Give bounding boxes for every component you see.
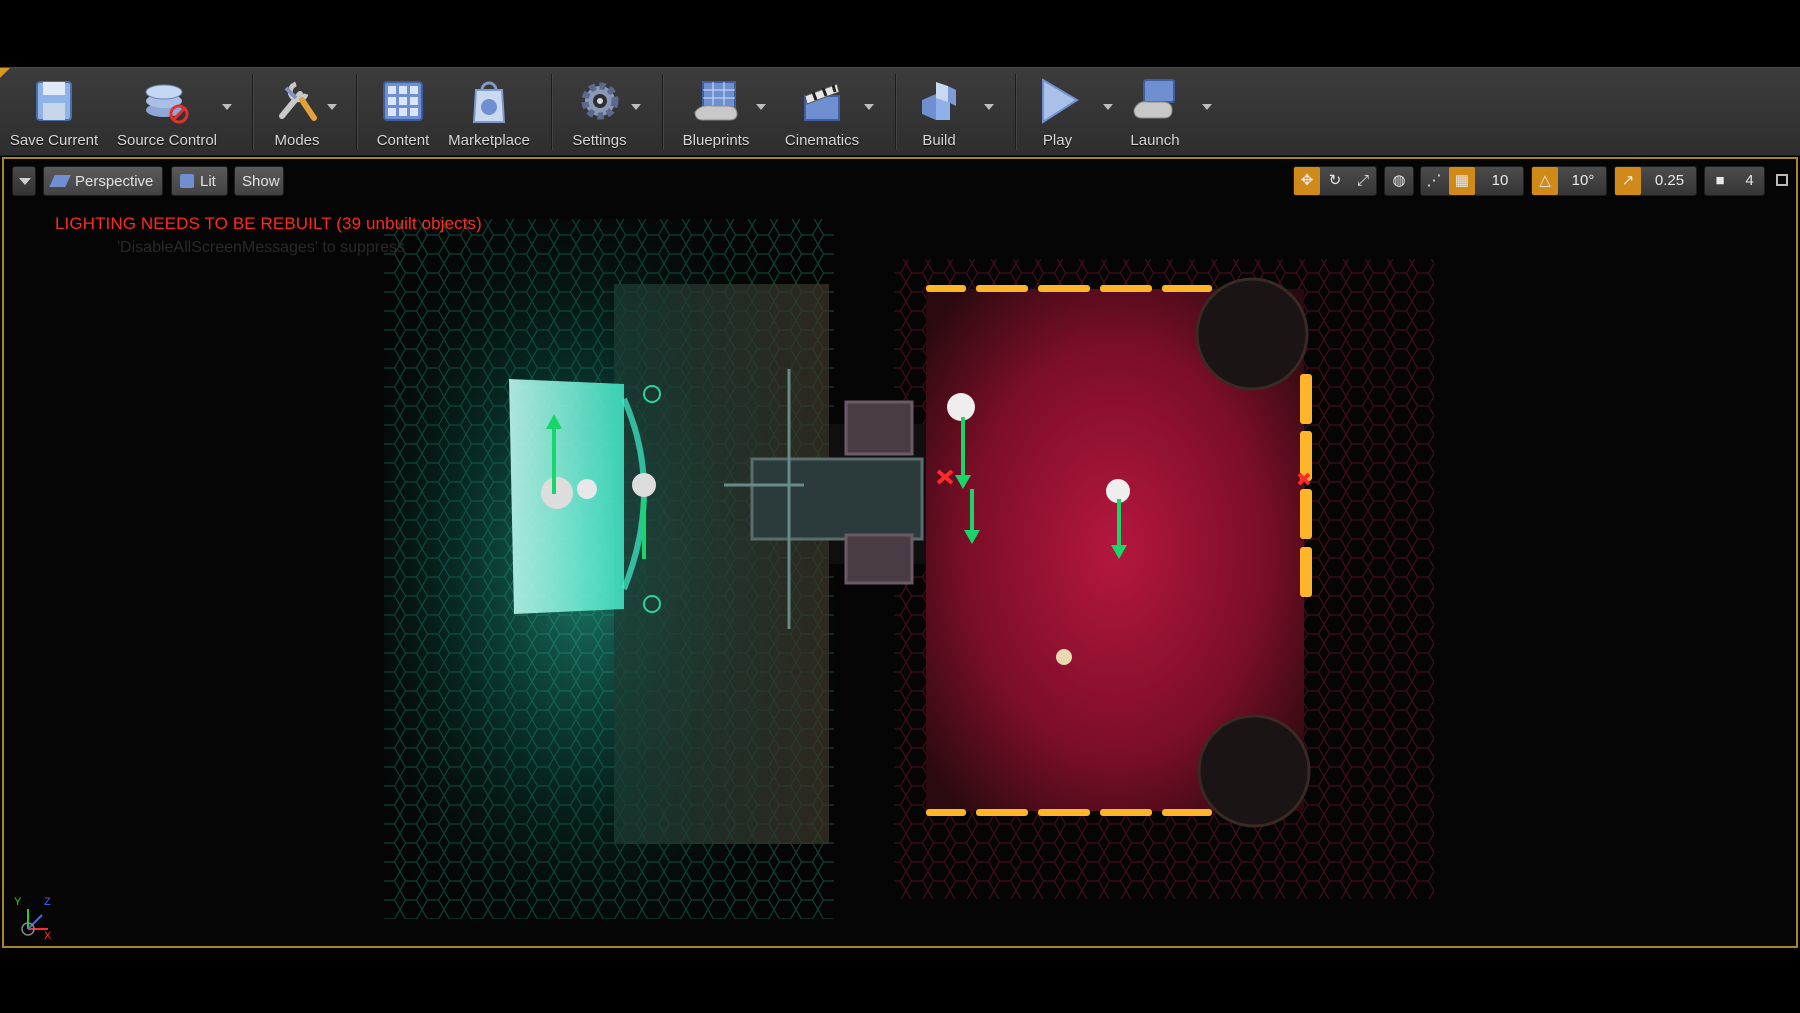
play-label: Play [1042, 132, 1073, 149]
toolbar-separator [356, 74, 357, 150]
toolbar-separator [1015, 74, 1016, 150]
play-button[interactable]: Play [1025, 72, 1090, 152]
content-button[interactable]: Content [368, 72, 438, 152]
build-dropdown-icon[interactable] [984, 104, 994, 110]
camera-speed-value: 4 [1745, 172, 1754, 189]
toolbar-separator [662, 74, 663, 150]
axis-label-z: Z [44, 896, 51, 908]
toolbar-separator [252, 74, 253, 150]
play-icon [1041, 78, 1079, 124]
letterbox-bottom [0, 949, 1800, 1013]
coordinate-system-button[interactable]: ◍ [1384, 166, 1414, 196]
build-button[interactable]: Build [905, 72, 973, 152]
scale-snap-group: ↗ 0.25 [1614, 166, 1697, 196]
rotate-icon: ↻ [1328, 172, 1342, 189]
cinematics-button[interactable]: Cinematics [777, 72, 867, 152]
lighting-rebuild-warning: LIGHTING NEEDS TO BE REBUILT (39 unbuilt… [55, 214, 482, 233]
transform-tools-group: ✥ ↻ ⤢ [1293, 166, 1377, 196]
launch-button[interactable]: Launch [1120, 72, 1190, 152]
save-icon [36, 81, 72, 121]
show-label: Show [242, 173, 280, 190]
maximize-viewport-icon[interactable] [1776, 174, 1788, 186]
main-toolbar: Save Current Source Control Modes Conten… [0, 67, 1800, 156]
angle-icon: △ [1539, 172, 1551, 189]
lit-label: Lit [200, 173, 216, 190]
scale-snap-icon: ↗ [1621, 172, 1635, 189]
play-dropdown-icon[interactable] [1103, 104, 1113, 110]
surface-snap-button[interactable]: ⋰ [1421, 167, 1447, 195]
modes-icon [279, 81, 317, 121]
grid-snap-group: ⋰ ▦ 10 [1420, 166, 1524, 196]
axis-label-y: Y [14, 896, 22, 908]
save-current-button[interactable]: Save Current [4, 72, 104, 152]
perspective-label: Perspective [75, 173, 154, 190]
toolbar-separator [551, 74, 552, 150]
scale-icon: ⤢ [1356, 172, 1369, 189]
scale-tool[interactable]: ⤢ [1350, 167, 1376, 195]
blueprints-icon [694, 81, 738, 121]
camera-icon: ■ [1715, 172, 1725, 189]
cinematics-dropdown-icon[interactable] [864, 104, 874, 110]
rotate-tool[interactable]: ↻ [1322, 167, 1348, 195]
rotation-snap-value[interactable]: 10° [1560, 167, 1606, 195]
source-control-icon [145, 84, 189, 124]
viewport-options-button[interactable] [12, 166, 36, 196]
show-button[interactable]: Show [234, 166, 284, 196]
launch-icon [1133, 79, 1175, 119]
marketplace-icon [472, 81, 506, 123]
content-icon [383, 81, 423, 121]
scene-render [384, 219, 1434, 919]
build-label: Build [922, 132, 956, 149]
letterbox-top [0, 0, 1800, 67]
marketplace-label: Marketplace [448, 132, 530, 149]
chevron-down-icon [19, 178, 31, 185]
perspective-icon [49, 175, 71, 187]
grid-snap-value[interactable]: 10 [1477, 167, 1523, 195]
blueprints-dropdown-icon[interactable] [756, 104, 766, 110]
rotation-snap-group: △ 10° [1531, 166, 1607, 196]
suppress-messages-hint: 'DisableAllScreenMessages' to suppress [117, 239, 406, 256]
surface-snap-icon: ⋰ [1426, 172, 1442, 189]
modes-dropdown-icon[interactable] [327, 104, 337, 110]
save-current-label: Save Current [9, 132, 99, 149]
cinematics-label: Cinematics [784, 132, 860, 149]
modes-button[interactable]: Modes [262, 72, 332, 152]
source-control-label: Source Control [116, 132, 218, 149]
settings-dropdown-icon[interactable] [631, 104, 641, 110]
scale-snap-value[interactable]: 0.25 [1643, 167, 1696, 195]
content-label: Content [376, 132, 430, 149]
axis-label-x: X [44, 930, 52, 942]
move-icon: ✥ [1300, 172, 1314, 189]
blueprints-button[interactable]: Blueprints [672, 72, 760, 152]
level-viewport[interactable]: Perspective Lit Show ✥ ↻ ⤢ ◍ ⋰ ▦ 10 △ 10… [2, 157, 1798, 948]
launch-label: Launch [1130, 132, 1180, 149]
grid-icon: ▦ [1454, 172, 1470, 189]
blueprints-label: Blueprints [682, 132, 750, 149]
lit-cube-icon [180, 174, 194, 188]
scale-snap-toggle[interactable]: ↗ [1615, 167, 1641, 195]
source-control-dropdown-icon[interactable] [222, 104, 232, 110]
settings-button[interactable]: Settings [562, 72, 637, 152]
world-globe-icon: ◍ [1392, 172, 1406, 189]
modes-label: Modes [274, 132, 320, 149]
view-mode-lit-button[interactable]: Lit [171, 166, 228, 196]
grid-snap-toggle[interactable]: ▦ [1449, 167, 1475, 195]
launch-dropdown-icon[interactable] [1202, 104, 1212, 110]
settings-icon [581, 82, 618, 120]
settings-label: Settings [572, 132, 627, 149]
source-control-button[interactable]: Source Control [112, 72, 222, 152]
translate-tool[interactable]: ✥ [1294, 167, 1320, 195]
build-icon [922, 82, 956, 120]
cinematics-icon [804, 83, 840, 121]
rotation-snap-toggle[interactable]: △ [1532, 167, 1558, 195]
marketplace-button[interactable]: Marketplace [444, 72, 534, 152]
camera-speed-button[interactable]: ■ 4 [1704, 166, 1765, 196]
perspective-button[interactable]: Perspective [43, 166, 163, 196]
toolbar-separator [895, 74, 896, 150]
